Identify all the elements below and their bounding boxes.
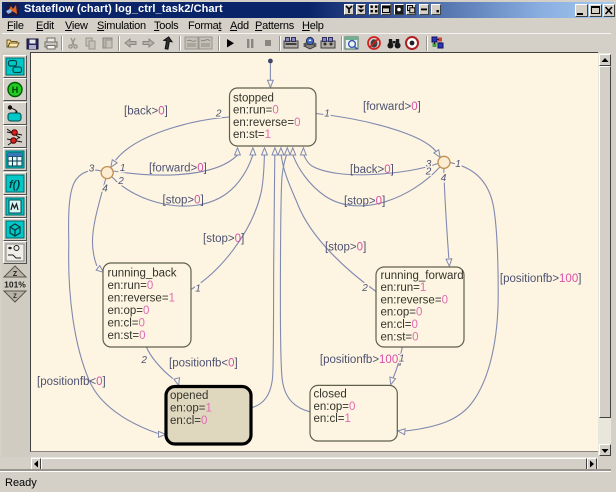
svg-text:opened: opened (170, 390, 208, 402)
svg-text:3: 3 (89, 164, 95, 175)
svg-text:en:run=0: en:run=0 (233, 105, 279, 117)
svg-text:[forward>0]: [forward>0] (363, 101, 421, 113)
svg-text:4: 4 (441, 173, 447, 184)
svg-text:2: 2 (117, 176, 124, 187)
svg-text:2: 2 (215, 109, 222, 120)
svg-text:en:reverse=0: en:reverse=0 (233, 117, 300, 129)
svg-text:stopped: stopped (233, 92, 274, 104)
svg-text:closed: closed (314, 389, 347, 401)
svg-text:1: 1 (455, 159, 461, 170)
svg-text:[stop>0]: [stop>0] (344, 196, 385, 208)
svg-text:en:st=0: en:st=0 (381, 331, 419, 343)
svg-text:1: 1 (120, 163, 126, 174)
svg-text:[positionfb>100]: [positionfb>100] (500, 273, 582, 285)
svg-text:[positionfb<0]: [positionfb<0] (169, 358, 238, 370)
svg-text:en:run=0: en:run=0 (108, 280, 154, 292)
svg-text:[stop>0]: [stop>0] (325, 242, 366, 254)
svg-text:[back>0]: [back>0] (124, 106, 168, 118)
svg-text:[back>0]: [back>0] (350, 164, 394, 176)
svg-text:1: 1 (324, 109, 330, 120)
svg-text:[forward>0]: [forward>0] (149, 163, 207, 175)
svg-text:en:op=0: en:op=0 (381, 307, 423, 319)
svg-text:en:op=1: en:op=1 (170, 403, 212, 415)
svg-text:en:cl=0: en:cl=0 (381, 319, 418, 331)
svg-text:2: 2 (425, 166, 432, 177)
svg-text:en:op=0: en:op=0 (314, 401, 356, 413)
svg-text:[stop>0]: [stop>0] (163, 195, 204, 207)
svg-text:en:reverse=0: en:reverse=0 (381, 294, 448, 306)
svg-text:[stop>0]: [stop>0] (203, 233, 244, 245)
svg-text:running_forward: running_forward (381, 270, 464, 282)
svg-text:en:cl=1: en:cl=1 (314, 413, 351, 425)
svg-text:[positionfb>100]: [positionfb>100] (320, 354, 402, 366)
svg-text:en:op=0: en:op=0 (108, 305, 150, 317)
svg-text:en:run=1: en:run=1 (381, 282, 427, 294)
svg-text:en:reverse=1: en:reverse=1 (108, 293, 175, 305)
svg-text:en:cl=0: en:cl=0 (108, 318, 145, 330)
svg-text:en:st=1: en:st=1 (233, 129, 271, 141)
svg-text:2: 2 (140, 355, 147, 366)
svg-text:en:st=0: en:st=0 (108, 330, 146, 342)
svg-text:en:cl=0: en:cl=0 (170, 415, 207, 427)
svg-text:[positionfb<0]: [positionfb<0] (37, 376, 106, 388)
svg-text:2: 2 (361, 283, 368, 294)
svg-text:running_back: running_back (108, 268, 177, 280)
svg-text:1: 1 (399, 353, 405, 364)
svg-text:1: 1 (195, 284, 201, 295)
svg-text:4: 4 (102, 183, 108, 194)
